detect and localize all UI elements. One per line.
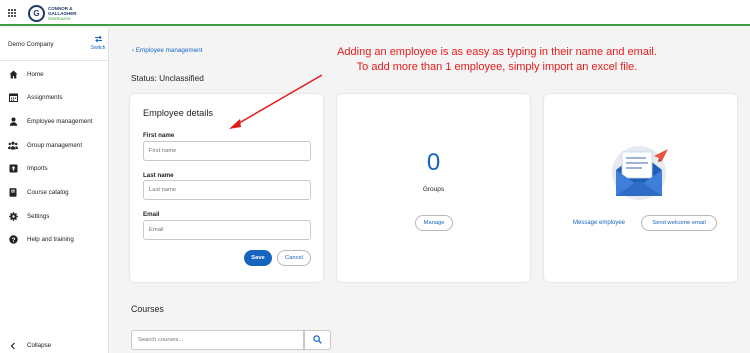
company-logo[interactable]: G CONNOR & GALLAGHER OneSource [28, 4, 77, 22]
save-button[interactable]: Save [244, 250, 272, 266]
upload-icon [8, 163, 18, 173]
book-icon [8, 187, 18, 197]
last-name-field[interactable] [143, 180, 311, 200]
sidebar-item-home[interactable]: Home [0, 65, 109, 83]
calendar-icon [8, 92, 18, 102]
message-employee-button[interactable]: Message employee [568, 215, 630, 231]
person-icon [8, 116, 18, 126]
employee-details-card: Employee details First name Last name Em… [130, 94, 323, 282]
sidebar-item-assignments[interactable]: Assignments [0, 88, 109, 106]
manage-button[interactable]: Manage [415, 215, 453, 231]
home-icon [8, 69, 18, 79]
switch-button[interactable]: Switch [88, 35, 108, 51]
gear-icon [8, 211, 18, 221]
help-icon: ? [8, 234, 18, 244]
email-label: Email [143, 211, 160, 218]
switch-arrows-icon [88, 35, 108, 45]
sidebar-item-course-catalog[interactable]: Course catalog [0, 183, 109, 201]
sidebar-item-label: Group management [27, 141, 83, 149]
cancel-button[interactable]: Cancel [277, 250, 311, 266]
groups-label: Groups [422, 186, 445, 193]
sidebar-item-settings[interactable]: Settings [0, 207, 109, 225]
annotation-line-1: Adding an employee is as easy as typing … [337, 46, 657, 58]
chevron-left-icon [8, 341, 18, 351]
first-name-label: First name [143, 132, 175, 139]
send-welcome-email-button[interactable]: Send welcome email [641, 215, 717, 231]
groups-card: 0 Groups Manage [337, 94, 530, 282]
envelope-illustration-icon [612, 146, 668, 200]
sidebar-item-group-management[interactable]: Group management [0, 136, 109, 154]
search-icon [313, 331, 322, 349]
collapse-label: Collapse [27, 342, 52, 349]
switch-label: Switch [90, 45, 106, 51]
logo-text: CONNOR & GALLAGHER OneSource [48, 6, 77, 21]
top-bar: G CONNOR & GALLAGHER OneSource [0, 0, 750, 26]
group-icon [8, 140, 18, 150]
email-field[interactable] [143, 220, 311, 240]
card-title: Employee details [143, 108, 213, 118]
sidebar-item-label: Imports [27, 164, 48, 172]
status-text: Status: Unclassified [131, 73, 204, 83]
logo-mark: G [28, 4, 45, 22]
sidebar-item-label: Help and training [27, 235, 74, 243]
sidebar-item-label: Course catalog [27, 188, 69, 196]
annotation-line-2: To add more than 1 employee, simply impo… [356, 61, 638, 73]
sidebar-item-label: Settings [27, 212, 50, 220]
sidebar-item-label: Assignments [27, 93, 63, 101]
chevron-left-icon: ‹ [132, 47, 135, 54]
logo-line-1: CONNOR & [48, 5, 73, 11]
last-name-label: Last name [143, 172, 174, 179]
collapse-button[interactable]: Collapse [0, 338, 109, 353]
message-card: Message employee Send welcome email [544, 94, 737, 282]
sidebar: Demo Company Switch Home Assignments Emp… [0, 28, 109, 353]
main-content: ‹ Employee management Status: Unclassifi… [110, 28, 750, 353]
sidebar-item-label: Employee management [27, 117, 93, 125]
first-name-field[interactable] [143, 141, 311, 161]
sidebar-item-help-and-training[interactable]: ? Help and training [0, 230, 109, 248]
sidebar-item-imports[interactable]: Imports [0, 159, 109, 177]
breadcrumb[interactable]: ‹ Employee management [132, 47, 202, 54]
search-button[interactable] [304, 330, 331, 350]
logo-line-2: GALLAGHER [48, 10, 77, 16]
courses-title: Courses [131, 304, 164, 314]
annotation-text: Adding an employee is as easy as typing … [292, 45, 702, 75]
sidebar-item-employee-management[interactable]: Employee management [0, 112, 109, 130]
svg-text:?: ? [11, 237, 15, 244]
logo-line-3: OneSource [48, 15, 71, 21]
breadcrumb-link[interactable]: Employee management [136, 47, 203, 54]
sidebar-divider [0, 60, 109, 61]
sidebar-item-label: Home [27, 70, 44, 78]
company-name: Demo Company [8, 41, 54, 48]
apps-grid-icon[interactable] [8, 9, 16, 17]
group-count: 0 [426, 149, 441, 176]
course-search-input[interactable] [131, 330, 304, 350]
